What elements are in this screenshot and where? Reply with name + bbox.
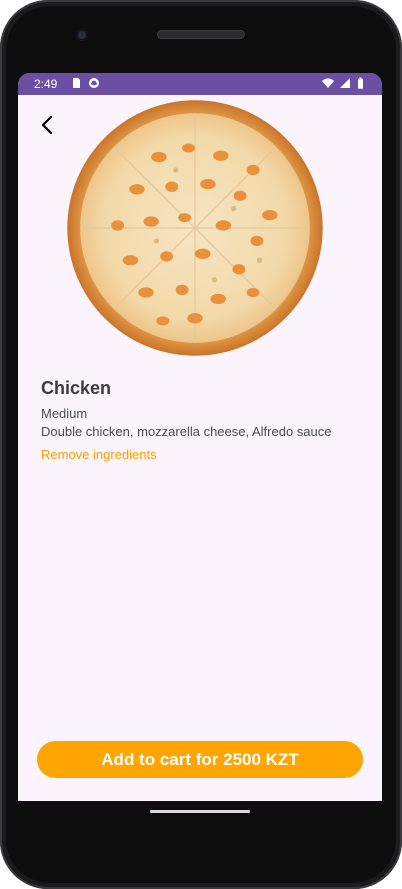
battery-icon — [358, 77, 363, 89]
wifi-icon — [322, 78, 334, 88]
earpiece-speaker — [157, 30, 245, 39]
pizza-image — [67, 100, 323, 356]
sd-card-icon — [73, 78, 80, 88]
add-to-cart-button[interactable]: Add to cart for 2500 KZT — [37, 741, 363, 778]
cell-signal-icon — [340, 78, 350, 88]
remove-ingredients-link[interactable]: Remove ingredients — [41, 447, 157, 463]
product-description: Double chicken, mozzarella cheese, Alfre… — [41, 424, 332, 439]
app-screen: 2:49 Chicken Medium Double chicken, mozz… — [18, 73, 382, 801]
status-bar: 2:49 — [18, 73, 382, 95]
product-title: Chicken — [41, 378, 112, 398]
status-icons-right — [322, 77, 368, 89]
home-indicator[interactable] — [150, 810, 250, 813]
phone-frame: 2:49 Chicken Medium Double chicken, mozz… — [0, 0, 402, 889]
status-time: 2:49 — [34, 77, 58, 91]
product-size: Medium — [41, 406, 88, 421]
front-camera — [76, 29, 88, 41]
status-icons-left — [70, 77, 100, 89]
notification-icon — [89, 78, 99, 88]
arrow-back-icon[interactable] — [36, 113, 60, 137]
